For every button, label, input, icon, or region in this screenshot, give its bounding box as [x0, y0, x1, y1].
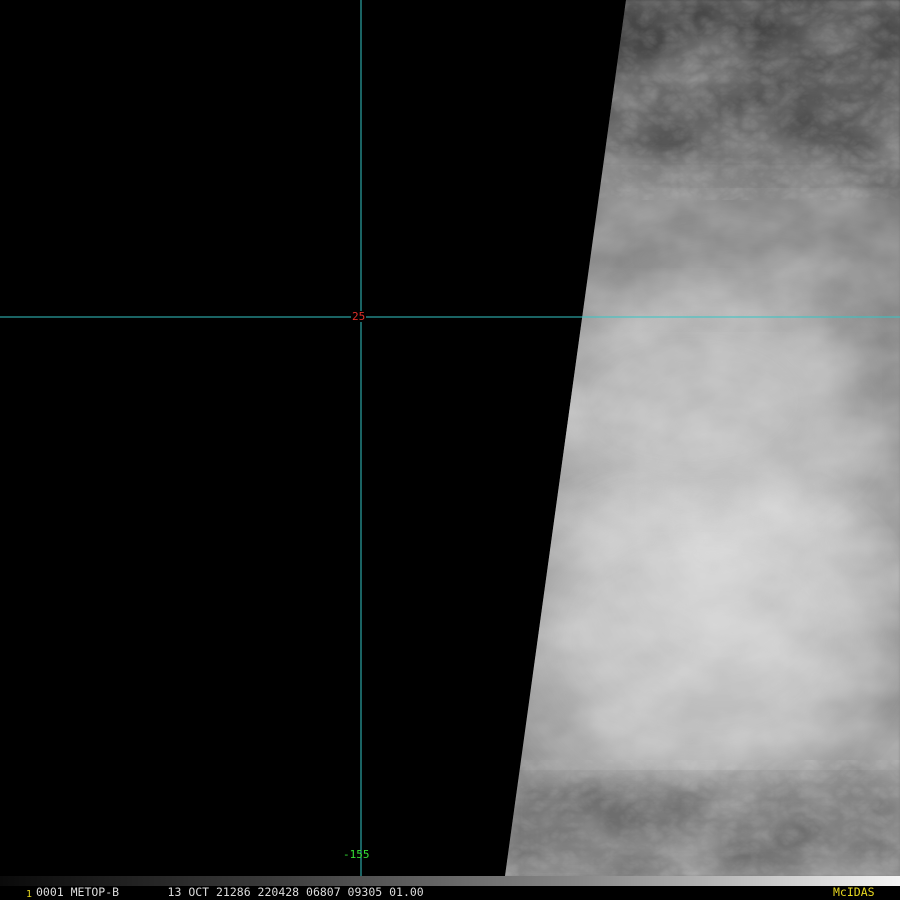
longitude-label: -155 — [343, 848, 370, 861]
frame-number: 1 — [26, 889, 33, 900]
latitude-label: 25 — [351, 310, 367, 323]
product-label: McIDAS — [833, 885, 875, 899]
status-text: 0001 METOP-B 13 OCT 21286 220428 06807 0… — [36, 885, 424, 899]
satellite-image — [0, 0, 900, 900]
